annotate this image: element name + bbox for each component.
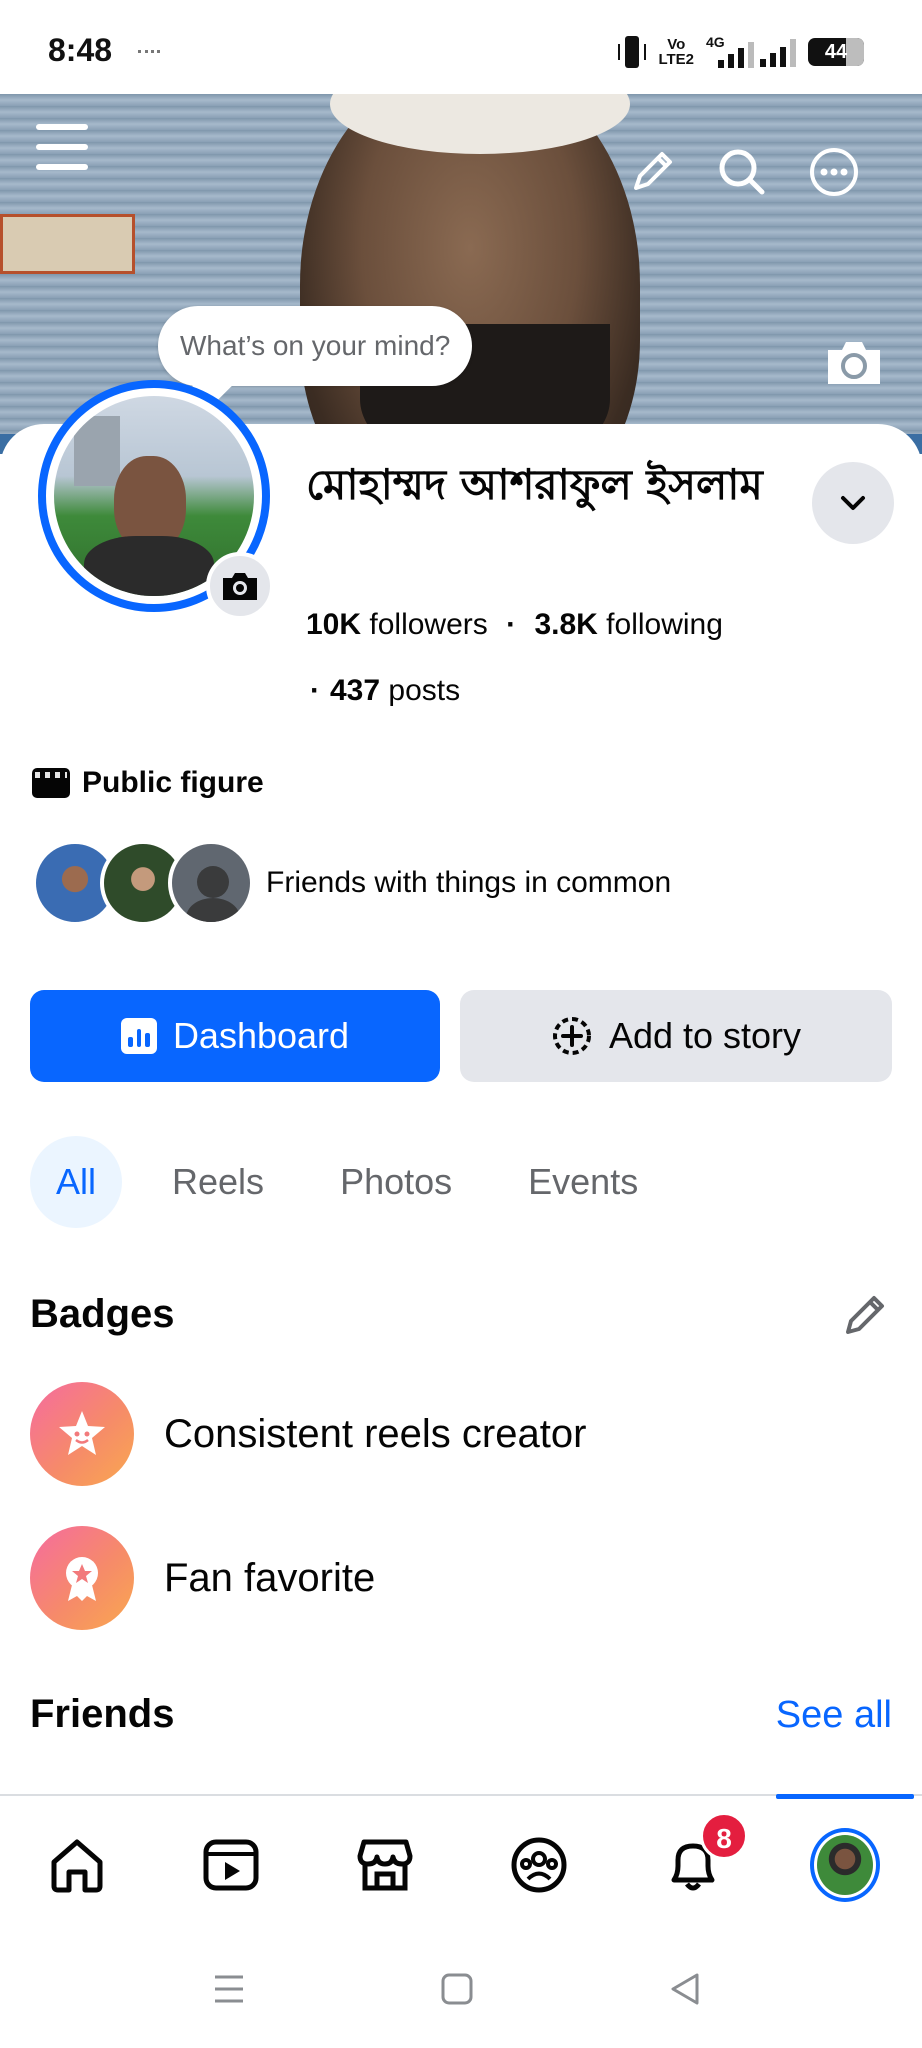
dashboard-icon bbox=[120, 1018, 157, 1054]
volte-bottom-label: LTE2 bbox=[658, 51, 694, 68]
status-icons: Vo LTE2 4G 44 bbox=[618, 34, 864, 68]
tab-all[interactable]: All bbox=[30, 1136, 123, 1228]
home-icon[interactable] bbox=[42, 1830, 112, 1900]
notifications-badge: 8 bbox=[700, 1812, 748, 1860]
whats-on-your-mind-bubble[interactable]: What’s on your mind? bbox=[158, 306, 473, 386]
vibrate-icon bbox=[618, 36, 647, 68]
profile-name: মোহাম্মদ আশরাফুল ইসলাম bbox=[306, 460, 763, 509]
following-link[interactable]: 3.8K following bbox=[534, 608, 722, 641]
nav-avatar bbox=[810, 1828, 880, 1902]
profile-avatar-tab[interactable] bbox=[810, 1828, 880, 1902]
tab-photos[interactable]: Photos bbox=[314, 1136, 478, 1228]
profile-switch-dropdown[interactable] bbox=[812, 462, 894, 544]
chevron-down-icon bbox=[841, 496, 865, 510]
category-label: Public figure bbox=[82, 766, 264, 799]
ribbon-star-icon bbox=[30, 1526, 134, 1630]
groups-icon[interactable] bbox=[504, 1830, 574, 1900]
edit-pencil-icon[interactable] bbox=[626, 146, 678, 198]
cover-camera-icon[interactable] bbox=[824, 338, 884, 388]
stats-followers-following: 10K followers · 3.8K following bbox=[306, 608, 723, 642]
status-time: 8:48 bbox=[48, 32, 113, 68]
add-to-story-label: Add to story bbox=[608, 1015, 802, 1056]
posts-count: 437 bbox=[330, 674, 381, 707]
badge-item[interactable]: Fan favorite bbox=[30, 1526, 375, 1630]
star-face-icon bbox=[30, 1382, 134, 1486]
search-icon[interactable] bbox=[714, 144, 770, 200]
tab-reels[interactable]: Reels bbox=[146, 1136, 290, 1228]
home-button-icon[interactable] bbox=[432, 1964, 482, 2014]
battery-icon: 44 bbox=[808, 38, 864, 66]
following-label: following bbox=[606, 608, 723, 641]
mutual-friend-avatar bbox=[168, 840, 254, 926]
signal-bars-icon bbox=[760, 37, 796, 67]
volte-top-label: Vo bbox=[667, 36, 686, 53]
badges-title: Badges bbox=[30, 1292, 175, 1336]
nav-active-indicator bbox=[776, 1794, 914, 1799]
signal-4g-icon: 4G bbox=[706, 34, 754, 68]
dot-separator: · bbox=[310, 674, 320, 707]
menu-icon[interactable] bbox=[36, 120, 88, 172]
clapperboard-icon bbox=[32, 768, 70, 798]
bottom-nav: 8 bbox=[0, 1794, 922, 1934]
badge-label: Fan favorite bbox=[164, 1555, 376, 1600]
marketplace-icon[interactable] bbox=[350, 1830, 420, 1900]
mutuals-text: Friends with things in common bbox=[266, 866, 672, 899]
badge-label: Consistent reels creator bbox=[164, 1411, 587, 1456]
add-to-story-button[interactable]: Add to story bbox=[460, 990, 892, 1082]
system-nav bbox=[0, 1934, 922, 2048]
badge-item[interactable]: Consistent reels creator bbox=[30, 1382, 586, 1486]
back-icon[interactable] bbox=[660, 1964, 710, 2014]
followers-count: 10K bbox=[306, 608, 362, 641]
dashboard-button[interactable]: Dashboard bbox=[30, 990, 440, 1082]
following-count: 3.8K bbox=[534, 608, 598, 641]
battery-level: 44 bbox=[824, 41, 848, 63]
volte-indicator: Vo LTE2 bbox=[658, 37, 694, 67]
status-bar: 8:48 Vo LTE2 4G 44 bbox=[0, 0, 922, 94]
profile-category: Public figure bbox=[32, 766, 264, 800]
edit-badges-icon[interactable] bbox=[840, 1290, 890, 1340]
video-icon[interactable] bbox=[196, 1830, 266, 1900]
more-options-icon[interactable] bbox=[806, 144, 862, 200]
recent-apps-icon[interactable] bbox=[204, 1964, 254, 2014]
avatar-camera-icon[interactable] bbox=[206, 552, 274, 620]
friends-title: Friends bbox=[30, 1692, 175, 1736]
notification-dots-icon bbox=[138, 50, 160, 54]
posts-label: posts bbox=[388, 674, 461, 707]
tab-events[interactable]: Events bbox=[502, 1136, 664, 1228]
see-all-friends-link[interactable]: See all bbox=[776, 1694, 892, 1737]
cover-shop-sign bbox=[0, 214, 135, 274]
add-story-icon bbox=[552, 1017, 591, 1055]
followers-link[interactable]: 10K followers bbox=[306, 608, 488, 641]
stats-posts: · 437 posts bbox=[310, 674, 460, 708]
mutual-friends-row[interactable]: Friends with things in common bbox=[32, 840, 671, 926]
dashboard-label: Dashboard bbox=[172, 1015, 350, 1056]
followers-label: followers bbox=[369, 608, 488, 641]
dot-separator: · bbox=[506, 608, 517, 641]
profile-tabs: All Reels Photos Events bbox=[30, 1136, 664, 1228]
